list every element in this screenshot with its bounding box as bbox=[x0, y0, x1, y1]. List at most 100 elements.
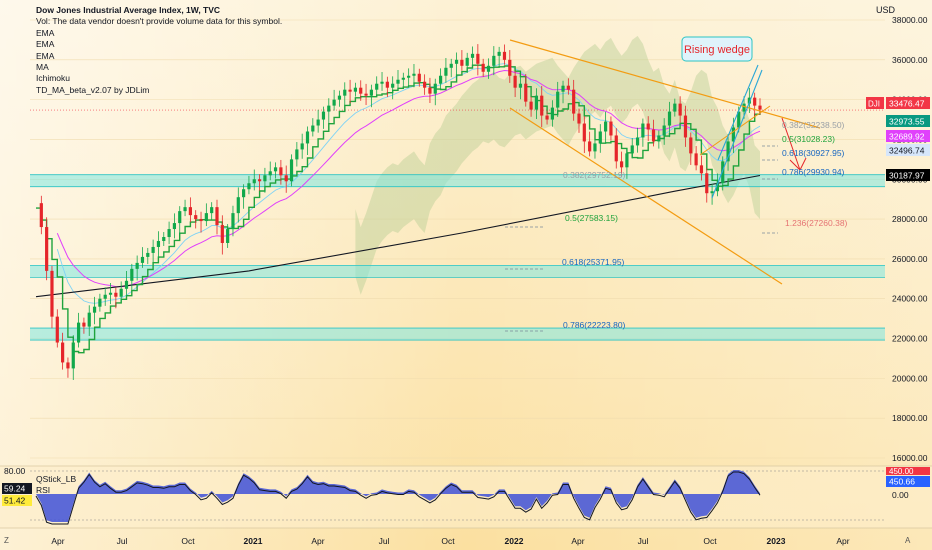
candle-body bbox=[215, 207, 219, 226]
candle-body bbox=[391, 83, 395, 88]
candle-body bbox=[103, 294, 107, 299]
indicator-rsi[interactable]: RSI bbox=[36, 485, 76, 496]
y-tick-label: 20000.00 bbox=[892, 373, 928, 383]
candle-body bbox=[146, 252, 150, 257]
candle-body bbox=[604, 121, 608, 132]
annotation-rising-wedge: Rising wedge bbox=[684, 44, 750, 56]
candle-body bbox=[412, 73, 416, 76]
y-tick-label: 36000.00 bbox=[892, 55, 928, 65]
timezone-button[interactable]: Z bbox=[4, 536, 9, 545]
x-tick-label: Jul bbox=[379, 536, 390, 546]
oscillator-value-b: 51.42 bbox=[4, 496, 26, 506]
candle-body bbox=[257, 179, 262, 182]
candle-body bbox=[753, 97, 757, 106]
candle-body bbox=[492, 55, 496, 66]
candle-body bbox=[614, 135, 618, 162]
candle-body bbox=[438, 75, 443, 84]
candle-body bbox=[758, 105, 762, 110]
candle-body bbox=[465, 57, 469, 66]
y-tick-label: 24000.00 bbox=[892, 294, 928, 304]
candle-body bbox=[529, 101, 533, 110]
oscillator-legend: QStick_LB RSI bbox=[36, 474, 76, 495]
candle-body bbox=[108, 292, 113, 295]
candle-body bbox=[61, 342, 65, 363]
candle-body bbox=[742, 103, 746, 112]
candle-body bbox=[263, 175, 267, 182]
indicator-ichimoku[interactable]: Ichimoku bbox=[36, 73, 282, 84]
symbol-tag-label: DJI bbox=[868, 99, 880, 108]
oscillator-value-a: 59.24 bbox=[4, 484, 26, 494]
candle-body bbox=[524, 83, 528, 102]
candle-body bbox=[550, 107, 554, 120]
osc-right-value: 0.00 bbox=[892, 490, 909, 500]
oscillator-pane bbox=[0, 466, 932, 528]
candle-body bbox=[82, 322, 86, 327]
candle-body bbox=[71, 342, 75, 369]
candle-body bbox=[396, 79, 400, 84]
candle-body bbox=[417, 73, 421, 82]
candle-body bbox=[619, 161, 624, 168]
candle-body bbox=[156, 240, 161, 247]
candle-body bbox=[188, 207, 192, 216]
candle-body bbox=[199, 219, 203, 222]
candle-body bbox=[305, 131, 310, 144]
candle-body bbox=[45, 227, 49, 271]
x-tick-label: Apr bbox=[836, 536, 849, 546]
candle-body bbox=[98, 298, 102, 307]
candle-body bbox=[572, 89, 576, 114]
chart-title: Dow Jones Industrial Average Index, 1W, … bbox=[36, 5, 221, 15]
candle-body bbox=[651, 129, 656, 142]
candle-body bbox=[39, 203, 43, 228]
candle-body bbox=[481, 63, 485, 72]
candle-body bbox=[76, 322, 81, 343]
indicator-ema-3[interactable]: EMA bbox=[36, 51, 282, 62]
x-tick-label: Apr bbox=[311, 536, 324, 546]
candle-body bbox=[470, 53, 475, 58]
indicator-td-ma[interactable]: TD_MA_beta_v2.07 by JDLim bbox=[36, 85, 282, 96]
y-tick-label: 22000.00 bbox=[892, 334, 928, 344]
fib-label: 0.382(32238.50) bbox=[782, 120, 845, 130]
osc-right-value: 450.66 bbox=[889, 477, 915, 487]
candle-body bbox=[194, 215, 198, 220]
candle-body bbox=[375, 83, 379, 90]
candle-body bbox=[55, 316, 59, 343]
candle-body bbox=[476, 53, 480, 64]
candle-body bbox=[300, 143, 304, 150]
candle-body bbox=[364, 93, 368, 96]
candle-body bbox=[407, 75, 411, 78]
indicator-ma[interactable]: MA bbox=[36, 62, 282, 73]
candle-body bbox=[50, 270, 54, 317]
candle-body bbox=[311, 125, 315, 132]
candle-body bbox=[646, 123, 650, 130]
candle-body bbox=[162, 237, 166, 241]
candle-body bbox=[540, 95, 544, 116]
support-zone-2 bbox=[30, 328, 885, 341]
candle-body bbox=[444, 67, 448, 76]
fib-label: 0.618(25371.95) bbox=[562, 257, 625, 267]
candle-body bbox=[673, 103, 677, 112]
candle-body bbox=[284, 175, 288, 182]
indicator-qstick[interactable]: QStick_LB bbox=[36, 474, 76, 485]
candle-body bbox=[630, 145, 634, 154]
candle-body bbox=[433, 83, 437, 94]
candle-body bbox=[130, 268, 134, 281]
x-tick-label: Jul bbox=[638, 536, 649, 546]
auto-scale-button[interactable]: A bbox=[905, 536, 910, 545]
y-tick-label: 38000.00 bbox=[892, 15, 928, 25]
candle-body bbox=[210, 207, 214, 214]
indicator-ema-1[interactable]: EMA bbox=[36, 28, 282, 39]
candle-body bbox=[92, 306, 97, 313]
indicator-ema-2[interactable]: EMA bbox=[36, 39, 282, 50]
candle-body bbox=[423, 81, 427, 88]
candle-body bbox=[332, 99, 336, 106]
fib-label: 0.5(31028.23) bbox=[782, 134, 835, 144]
candle-body bbox=[151, 246, 155, 253]
candle-body bbox=[178, 211, 182, 224]
candle-body bbox=[582, 123, 586, 142]
candle-body bbox=[183, 207, 187, 212]
price-tag-value: 33476.47 bbox=[889, 98, 925, 108]
chart-legend: Dow Jones Industrial Average Index, 1W, … bbox=[36, 5, 282, 96]
candle-body bbox=[242, 189, 246, 198]
candle-body bbox=[561, 85, 565, 92]
currency-label: USD bbox=[876, 5, 896, 15]
